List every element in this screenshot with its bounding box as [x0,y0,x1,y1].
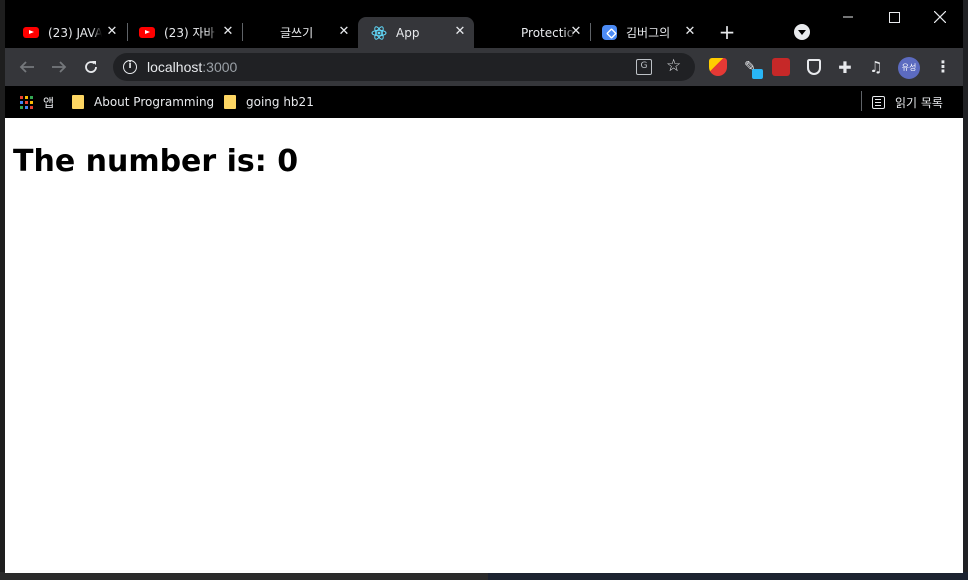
site-info-icon[interactable]: i [123,60,137,74]
close-icon[interactable]: ✕ [220,24,236,40]
tab-title: (23) JAVA [48,25,102,40]
close-icon [934,11,946,23]
apps-label: 앱 [43,95,55,110]
maximize-button[interactable] [871,6,917,28]
reading-list-icon [872,95,885,109]
blue-app-icon [601,25,617,41]
apps-shortcut[interactable]: 앱 [20,92,54,112]
guard-extension-icon[interactable] [807,59,821,75]
folder-icon [224,95,236,109]
back-button[interactable] [15,55,39,79]
reload-icon [85,61,97,73]
forward-arrow-icon [52,61,67,73]
close-icon[interactable]: ✕ [336,24,352,40]
close-window-button[interactable] [917,6,963,28]
browser-toolbar: i localhost:3000 G ☆ ✎ ✚ ♫ 유성 ⋮ [5,48,963,86]
translate-icon[interactable]: G [636,59,652,75]
blank-favicon-icon [487,25,503,41]
reading-list-label: 읽기 목록 [895,95,943,110]
tab-protection[interactable]: Protection ✕ [474,17,590,48]
bookmark-label: going hb21 [246,95,314,109]
tab-title: App [396,25,420,40]
tab-kimbug[interactable]: 김버그의 ✕ [588,17,704,48]
media-control-icon[interactable]: ♫ [867,58,885,76]
profile-avatar[interactable]: 유성 [898,57,920,79]
page-heading: The number is: 0 [13,144,299,179]
address-bar[interactable]: i localhost:3000 G ☆ [113,53,695,81]
tab-title: (23) 자바 [164,26,215,40]
minimize-icon [843,16,853,18]
red-extension-icon[interactable] [772,58,790,76]
reload-button[interactable] [79,55,103,79]
bookmarks-separator [861,91,862,111]
tab-title: Protection [521,25,575,40]
url-text[interactable]: localhost:3000 [147,59,237,75]
close-icon[interactable]: ✕ [452,24,468,40]
tab-title: 글쓰기 [280,26,314,40]
more-menu-icon[interactable]: ⋮ [935,56,951,78]
extension-badge [752,69,763,79]
reading-list-button[interactable]: 읽기 목록 [872,92,943,112]
desktop-taskbar-edge [0,572,968,580]
apps-grid-icon [20,95,33,109]
close-icon[interactable]: ✕ [682,24,698,40]
close-icon[interactable]: ✕ [568,24,584,40]
tab-java-video-ko[interactable]: (23) 자바 ✕ [126,17,242,48]
folder-icon [72,95,84,109]
maximize-icon [888,11,900,23]
bookmarks-bar: 앱 About Programming going hb21 읽기 목록 [5,86,963,118]
youtube-icon [139,25,155,41]
tab-search-icon[interactable] [794,24,810,40]
tab-app[interactable]: App ✕ [358,17,474,48]
tab-title: 김버그의 [626,26,671,40]
tab-strip: (23) JAVA ✕ (23) 자바 ✕ 글쓰기 ✕ App ✕ Protec… [5,0,963,48]
bookmark-folder-hb21[interactable]: going hb21 [224,92,314,112]
minimize-button[interactable] [825,6,871,28]
forward-button[interactable] [47,55,71,79]
bookmark-folder-programming[interactable]: About Programming [72,92,214,112]
tab-java-video[interactable]: (23) JAVA ✕ [10,17,126,48]
close-icon[interactable]: ✕ [104,24,120,40]
react-icon [371,25,387,41]
browser-window: (23) JAVA ✕ (23) 자바 ✕ 글쓰기 ✕ App ✕ Protec… [5,0,963,573]
page-viewport: The number is: 0 [5,118,963,573]
extensions-puzzle-icon[interactable]: ✚ [836,58,854,77]
bookmark-label: About Programming [94,95,215,109]
bookmark-star-icon[interactable]: ☆ [666,56,681,76]
back-arrow-icon [19,61,34,73]
blank-favicon-icon [255,25,271,41]
shield-extension-icon[interactable] [709,58,727,76]
tab-write[interactable]: 글쓰기 ✕ [242,17,358,48]
youtube-icon [23,25,39,41]
new-tab-button[interactable]: + [716,21,738,43]
